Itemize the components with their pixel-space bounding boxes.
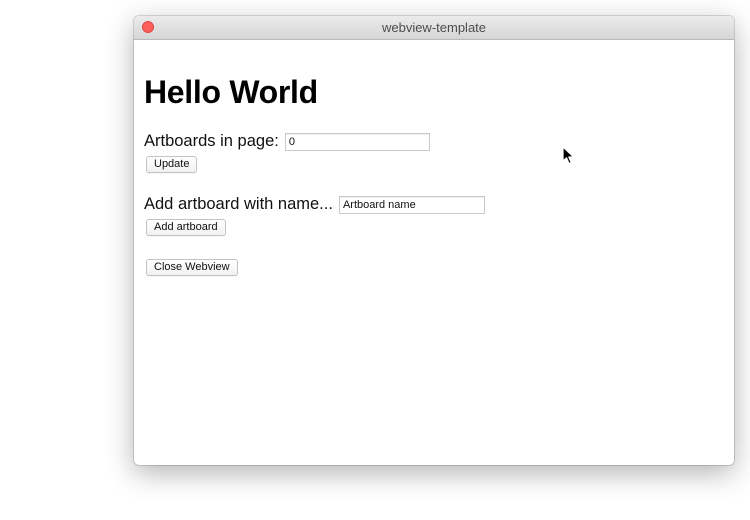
artboards-count-row: Artboards in page: (144, 132, 430, 151)
add-artboard-row: Add artboard with name... (144, 195, 485, 214)
artboards-count-input[interactable] (284, 132, 430, 151)
page-title: Hello World (144, 74, 318, 110)
add-artboard-label: Add artboard with name... (144, 195, 333, 213)
window-titlebar[interactable]: webview-template (134, 16, 734, 40)
add-artboard-button[interactable]: Add artboard (146, 219, 226, 236)
close-webview-button[interactable]: Close Webview (146, 259, 238, 276)
webview-window: webview-template Hello World Artboards i… (134, 16, 734, 465)
artboard-name-input[interactable] (338, 195, 485, 214)
window-title: webview-template (381, 20, 487, 35)
artboards-count-label: Artboards in page: (144, 132, 279, 150)
update-button[interactable]: Update (146, 156, 198, 173)
mouse-pointer-icon (562, 146, 575, 165)
desktop: webview-template Hello World Artboards i… (0, 0, 750, 520)
